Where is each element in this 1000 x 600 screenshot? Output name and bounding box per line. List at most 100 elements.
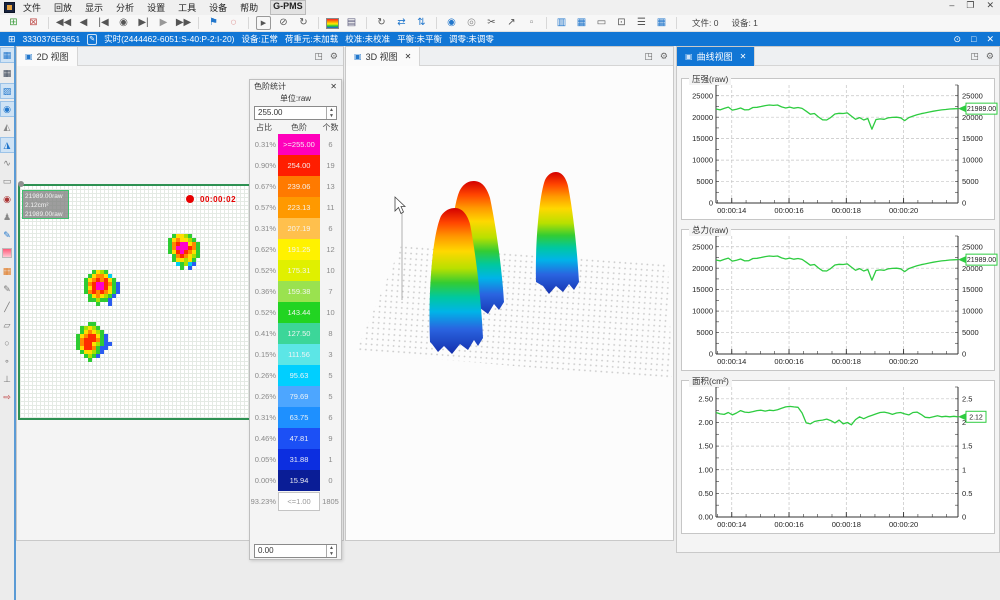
statusbar-maximize-button[interactable]: □ bbox=[971, 34, 976, 45]
scale-row: 0.46%47.819 bbox=[250, 428, 341, 449]
grid-icon[interactable]: ▦ bbox=[654, 16, 669, 30]
expand-icon[interactable]: ◳ bbox=[970, 51, 979, 62]
scale-stats-title: 色阶统计 bbox=[254, 81, 286, 92]
monitor-icon[interactable]: ⊡ bbox=[614, 16, 629, 30]
menu-item-7[interactable]: 帮助 bbox=[240, 1, 258, 14]
chart-box-2[interactable]: 面积(cm²)0.0000.500.51.0011.501.52.0022.50… bbox=[681, 380, 995, 534]
tab-3d-view[interactable]: ▣ 3D 视图 ✕ bbox=[346, 47, 420, 66]
sidebar-2d-view[interactable]: ▦ bbox=[1, 48, 14, 62]
sidebar-circle[interactable]: ∘ bbox=[1, 354, 14, 368]
go-first-icon[interactable]: |◀ bbox=[96, 16, 111, 30]
menu-item-8[interactable]: G-PMS bbox=[271, 1, 305, 14]
window-minimize-button[interactable]: – bbox=[949, 0, 954, 11]
flip-v-icon[interactable]: ⇅ bbox=[414, 16, 429, 30]
cut-icon[interactable]: ✂ bbox=[484, 16, 499, 30]
window-close-button[interactable]: ✕ bbox=[986, 0, 994, 11]
sidebar-peak-gray[interactable]: ◭ bbox=[1, 120, 14, 134]
svg-text:1.50: 1.50 bbox=[698, 442, 713, 451]
sidebar-avg-box[interactable]: ▭ bbox=[1, 174, 14, 188]
sidebar-operator[interactable]: ♟ bbox=[1, 210, 14, 224]
svg-text:1.00: 1.00 bbox=[698, 465, 713, 474]
close-window-icon[interactable]: ⊠ bbox=[26, 16, 41, 30]
sidebar-grid-view[interactable]: ▦ bbox=[1, 66, 14, 80]
region-icon[interactable]: ▫ bbox=[524, 16, 539, 30]
sidebar-avg-curve[interactable]: ∿ bbox=[1, 156, 14, 170]
toolbar: ⊞⊠◀◀◀|◀◉▶|▶▶▶⚑◌▶⊘↻▤↻⇄⇅◉◎✂↗▫▥▦▭⊡☰▦文件: 0设备… bbox=[0, 15, 1000, 32]
tab-close-icon[interactable]: ✕ bbox=[405, 52, 412, 61]
marker-pin-icon[interactable] bbox=[18, 181, 24, 187]
add-window-icon[interactable]: ⊞ bbox=[6, 16, 21, 30]
chart-box-0[interactable]: 压强(raw)005000500010000100001500015000200… bbox=[681, 78, 995, 220]
gear-icon[interactable]: ⚙ bbox=[986, 51, 994, 62]
fast-forward-icon[interactable]: ▶▶ bbox=[176, 16, 191, 30]
play-icon[interactable]: ▶ bbox=[156, 16, 171, 30]
menu-item-6[interactable]: 设备 bbox=[209, 1, 227, 14]
expand-icon[interactable]: ◳ bbox=[644, 51, 653, 62]
fast-backward-icon[interactable]: ◀◀ bbox=[56, 16, 71, 30]
edit-icon[interactable]: ✎ bbox=[87, 34, 97, 45]
tab-2d-view[interactable]: ▣ 2D 视图 bbox=[17, 47, 78, 66]
window-maximize-button[interactable]: ❐ bbox=[966, 0, 974, 11]
min-value-spinbox[interactable]: 0.00 ▲▼ bbox=[254, 544, 337, 558]
video-off-icon[interactable]: ⊘ bbox=[276, 16, 291, 30]
export-icon[interactable]: ↗ bbox=[504, 16, 519, 30]
list-icon[interactable]: ☰ bbox=[634, 16, 649, 30]
rotate-icon[interactable]: ↻ bbox=[374, 16, 389, 30]
sidebar-annotate-pen[interactable]: ✎ bbox=[1, 228, 14, 242]
sidebar-polyline[interactable]: ╱ bbox=[1, 300, 14, 314]
chart-box-1[interactable]: 总力(raw)005000500010000100001500015000200… bbox=[681, 229, 995, 371]
frame-icon[interactable]: ▭ bbox=[594, 16, 609, 30]
menu-item-4[interactable]: 设置 bbox=[147, 1, 165, 14]
sidebar-ruler[interactable]: ⊥ bbox=[1, 372, 14, 386]
video-icon[interactable]: ▶ bbox=[256, 16, 271, 30]
menu-item-0[interactable]: 文件 bbox=[23, 1, 41, 14]
gear-icon[interactable]: ⚙ bbox=[330, 51, 338, 62]
loop-icon[interactable]: ◌ bbox=[226, 16, 241, 30]
sidebar-contour-view[interactable]: ◉ bbox=[1, 102, 14, 116]
step-backward-icon[interactable]: ◀ bbox=[76, 16, 91, 30]
svg-text:5000: 5000 bbox=[696, 177, 713, 186]
clipboard-icon[interactable]: ▤ bbox=[344, 16, 359, 30]
menu-item-5[interactable]: 工具 bbox=[178, 1, 196, 14]
sidebar-gradient-block[interactable] bbox=[1, 246, 14, 260]
flip-h-icon[interactable]: ⇄ bbox=[394, 16, 409, 30]
svg-text:5000: 5000 bbox=[696, 328, 713, 337]
menu-item-2[interactable]: 显示 bbox=[85, 1, 103, 14]
max-value-spinbox[interactable]: 255.00 ▲▼ bbox=[254, 106, 337, 120]
splitter[interactable] bbox=[14, 46, 16, 600]
menu-item-3[interactable]: 分析 bbox=[116, 1, 134, 14]
sidebar-export-region[interactable]: ⇨ bbox=[1, 390, 14, 404]
spinner-arrows-icon[interactable]: ▲▼ bbox=[326, 107, 336, 119]
toolbar-separator bbox=[676, 17, 677, 29]
expand-icon[interactable]: ◳ bbox=[314, 51, 323, 62]
sidebar-record-region[interactable]: ◉ bbox=[1, 192, 14, 206]
go-last-icon[interactable]: ▶| bbox=[136, 16, 151, 30]
sidebar-pencil[interactable]: ✎ bbox=[1, 282, 14, 296]
pin-icon[interactable]: ⚑ bbox=[206, 16, 221, 30]
sidebar-ellipse[interactable]: ○ bbox=[1, 336, 14, 350]
record-stop-icon[interactable]: ◉ bbox=[116, 16, 131, 30]
sidebar-color-blocks[interactable]: ▦ bbox=[1, 264, 14, 278]
scale-stats-close-icon[interactable]: ✕ bbox=[330, 82, 337, 91]
tab-curves-view[interactable]: ▣ 曲线视图 ✕ bbox=[677, 47, 755, 66]
spinner-arrows-icon[interactable]: ▲▼ bbox=[326, 545, 336, 557]
colorscale-icon[interactable] bbox=[326, 18, 339, 29]
gear-icon[interactable]: ⚙ bbox=[660, 51, 668, 62]
layout-3pane-icon[interactable]: ▦ bbox=[574, 16, 589, 30]
center-off-icon[interactable]: ◎ bbox=[464, 16, 479, 30]
svg-text:10000: 10000 bbox=[962, 307, 983, 316]
scale-row: 0.31%207.196 bbox=[250, 218, 341, 239]
statusbar-close-button[interactable]: ✕ bbox=[986, 34, 994, 45]
pressure-grid[interactable]: 21989.00raw 2.12cm² 21989.00raw 00:00:02 bbox=[18, 184, 254, 420]
sidebar-peak-blue[interactable]: ◮ bbox=[1, 138, 14, 152]
sidebar-3d-surface[interactable]: ▨ bbox=[1, 84, 14, 98]
panel-3d-body[interactable] bbox=[346, 66, 673, 540]
sidebar-polygon[interactable]: ▱ bbox=[1, 318, 14, 332]
menu-item-1[interactable]: 回放 bbox=[54, 1, 72, 14]
mouse-cursor-icon bbox=[395, 197, 405, 214]
video-restart-icon[interactable]: ↻ bbox=[296, 16, 311, 30]
statusbar-restore-button[interactable]: ⊙ bbox=[953, 34, 961, 45]
tab-close-icon[interactable]: ✕ bbox=[740, 52, 747, 61]
layout-2pane-icon[interactable]: ▥ bbox=[554, 16, 569, 30]
center-on-icon[interactable]: ◉ bbox=[444, 16, 459, 30]
